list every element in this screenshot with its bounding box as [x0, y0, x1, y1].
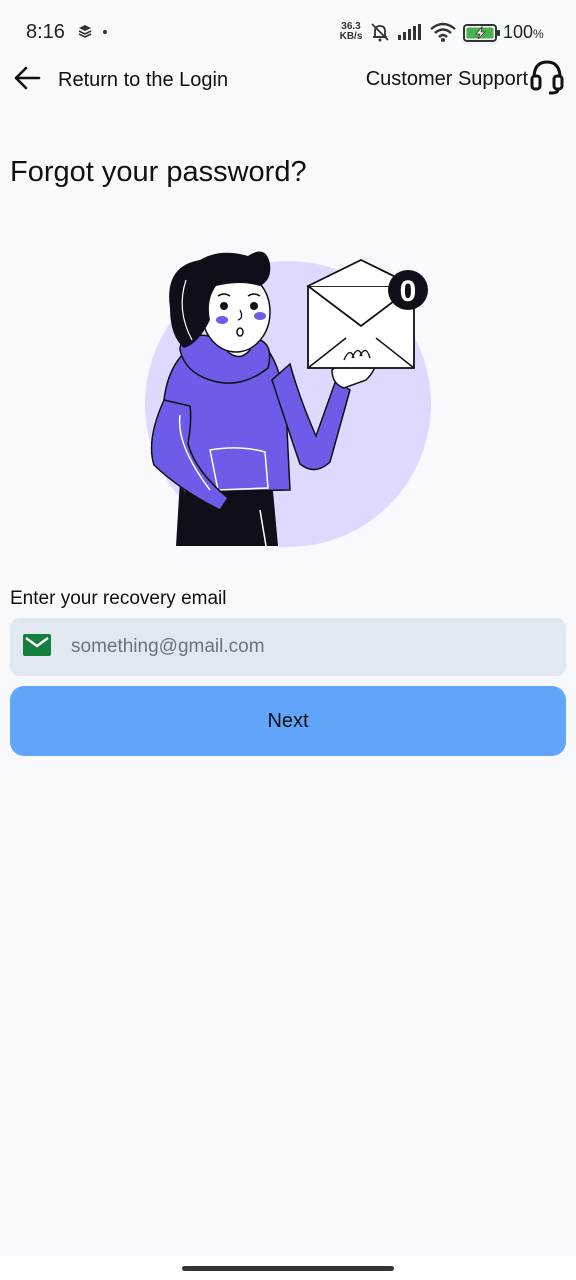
- status-time: 8:16: [26, 21, 65, 43]
- headset-icon: [530, 58, 564, 101]
- mail-icon: [23, 633, 51, 661]
- notification-dot-icon: [103, 30, 107, 34]
- person-holding-envelope-illustration: 0: [140, 240, 440, 550]
- return-to-login-button[interactable]: Return to the Login: [12, 60, 228, 100]
- status-bar: 8:16 36.3 KB/s 100%: [0, 0, 576, 64]
- recovery-email-input[interactable]: [69, 635, 533, 659]
- network-speed-unit: KB/s: [339, 31, 363, 42]
- envelope-badge-count: 0: [400, 275, 417, 308]
- next-button[interactable]: Next: [10, 686, 566, 756]
- page-title: Forgot your password?: [10, 156, 307, 188]
- home-indicator[interactable]: [182, 1266, 394, 1271]
- muted-bell-icon: [368, 22, 392, 47]
- battery-charging-icon: [463, 24, 501, 47]
- wifi-icon: [430, 22, 456, 47]
- customer-support-button[interactable]: Customer Support: [366, 58, 564, 100]
- layers-icon: [78, 24, 92, 43]
- customer-support-label: Customer Support: [365, 67, 528, 90]
- cellular-signal-icon: [398, 24, 424, 45]
- recovery-email-field[interactable]: [10, 618, 566, 676]
- recovery-email-label: Enter your recovery email: [10, 588, 227, 609]
- forgot-password-screen: 8:16 36.3 KB/s 100% Return to the Login …: [0, 0, 576, 1280]
- battery-percent: 100%: [503, 22, 544, 43]
- battery-percent-sign: %: [533, 27, 544, 41]
- return-to-login-label: Return to the Login: [58, 68, 229, 91]
- arrow-left-icon: [12, 63, 42, 98]
- battery-percent-value: 100: [503, 22, 534, 42]
- network-speed: 36.3 KB/s: [338, 22, 364, 42]
